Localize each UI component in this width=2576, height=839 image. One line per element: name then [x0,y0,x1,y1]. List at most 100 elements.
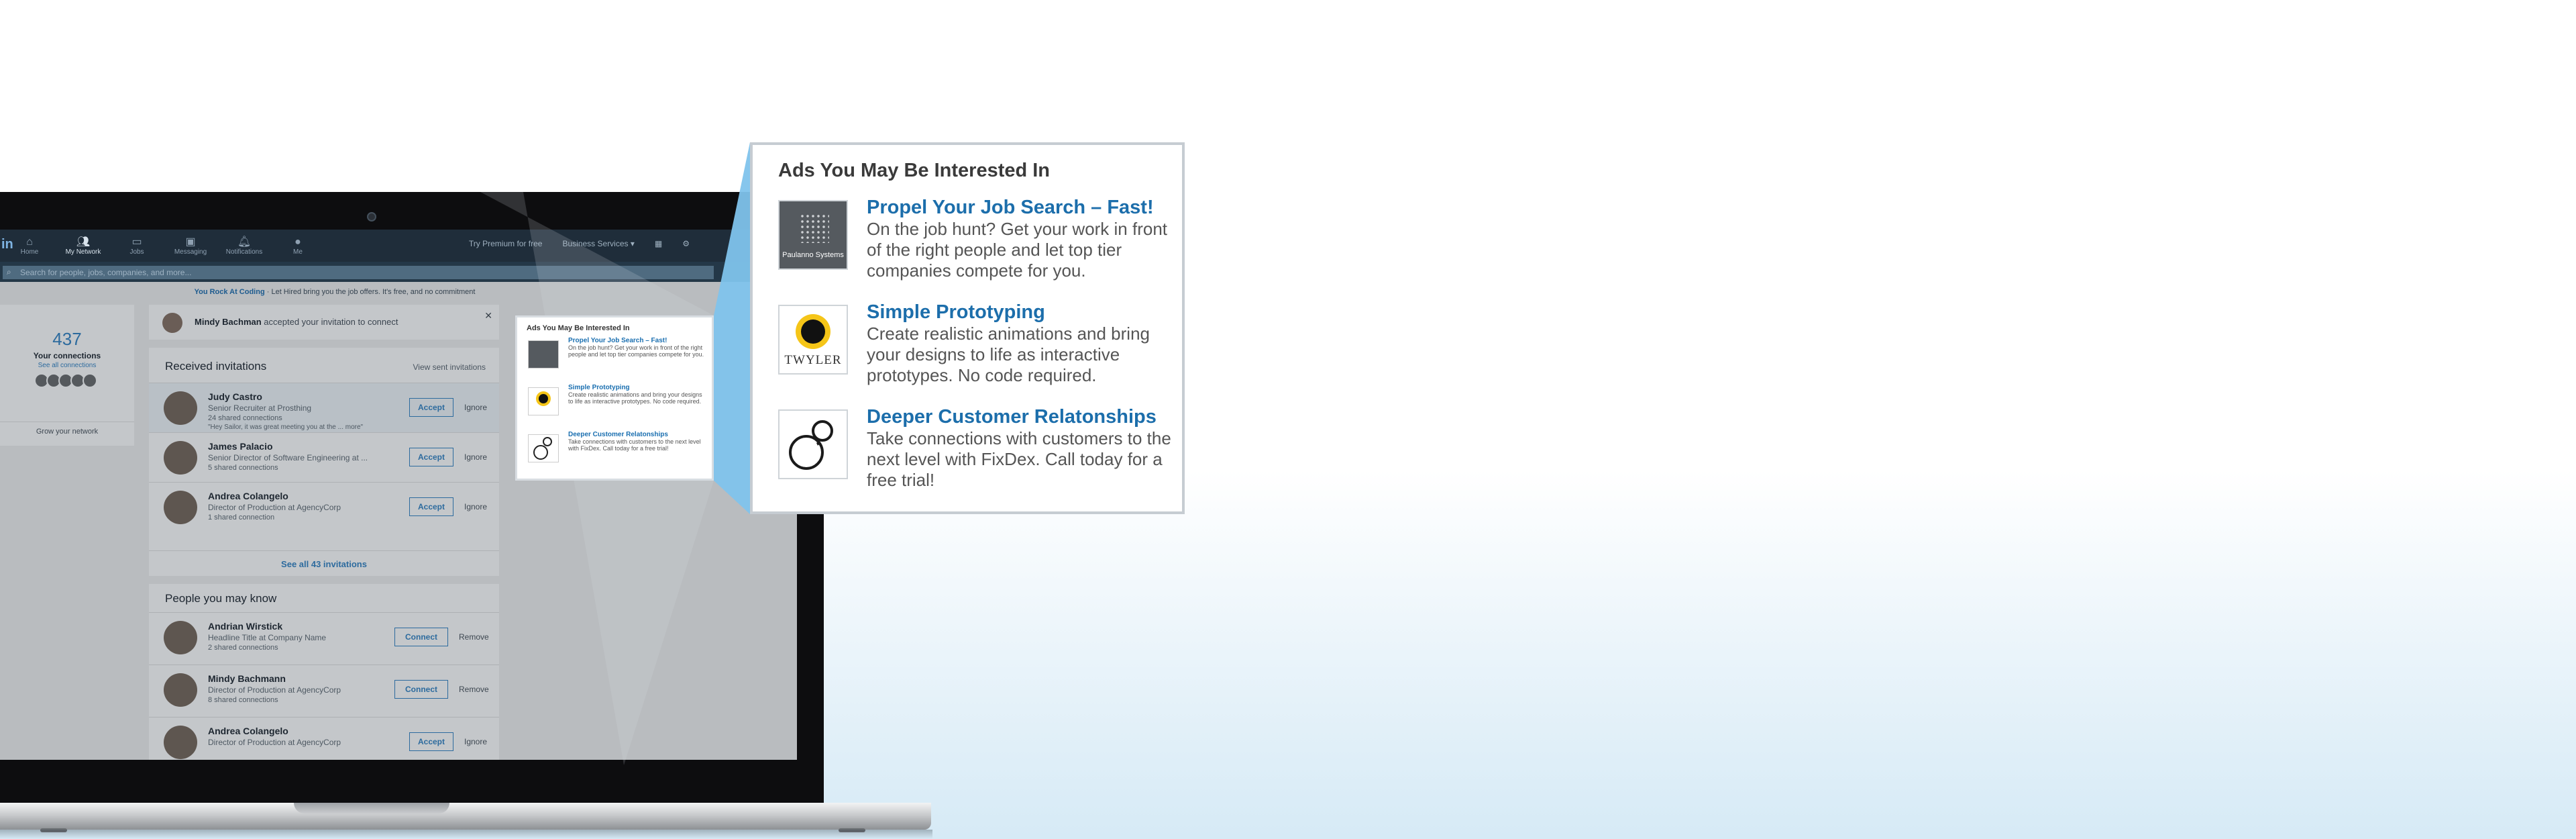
mini-ad-item[interactable]: Simple Prototyping Create realistic anima… [527,385,702,432]
invitations-title: Received invitations [165,360,267,373]
connections-count[interactable]: 437 [0,329,134,350]
top-nav-bar: in ⌂ Home 👥︎ My Network ▭ Jobs ▣ Messagi… [0,230,797,262]
suggestion-role: Director of Production at AgencyCorp [208,685,341,695]
mini-ads-panel: Ads You May Be Interested In Propel Your… [515,315,714,481]
chat-icon: ▣ [185,236,196,248]
nav-me[interactable]: ● Me [271,236,325,256]
ignore-button[interactable]: Ignore [464,737,487,746]
gear-icon[interactable]: ⚙ [682,239,690,248]
search-bar: ⌕ Search for people, jobs, companies, an… [0,262,797,282]
ad-title[interactable]: Simple Prototyping [867,301,1175,324]
accept-button[interactable]: Accept [409,497,453,516]
ad-item-fixdex[interactable]: Deeper Customer Relatonships Take connec… [778,406,1181,510]
connect-button[interactable]: Connect [394,628,448,646]
connect-button[interactable]: Connect [394,680,448,699]
suggestion-name[interactable]: Andrian Wirstick [208,621,282,632]
mini-ad-thumb [528,434,559,462]
suggestion-row: Mindy Bachmann Director of Production at… [149,664,499,714]
nav-notifications[interactable]: 🔔︎ Notifications [217,236,271,256]
ad-body: Create realistic animations and bring yo… [867,324,1150,385]
avatar [164,621,197,654]
nav-jobs[interactable]: ▭ Jobs [110,236,164,256]
invitation-shared[interactable]: 1 shared connection [208,513,274,522]
laptop-lid: in ⌂ Home 👥︎ My Network ▭ Jobs ▣ Messagi… [0,192,824,803]
connection-avatars [0,373,134,388]
suggestion-role: Director of Production at AgencyCorp [208,738,341,747]
invitation-shared[interactable]: 24 shared connections [208,414,282,422]
ignore-button[interactable]: Ignore [464,502,487,511]
invitation-message[interactable]: "Hey Sailor, it was great meeting you at… [208,424,363,431]
avatar [164,491,197,524]
nav-right: Try Premium for free Business Services ▾… [469,239,690,248]
avatar [164,726,197,759]
people-icon: 👥︎ [76,236,91,248]
notice-text: Mindy Bachman accepted your invitation t… [195,317,398,327]
suggestion-row: Andrea Colangelo Director of Production … [149,717,499,760]
people-you-may-know-card: People you may know Andrian Wirstick Hea… [149,584,499,760]
ad-item-prototyping[interactable]: TWYLER Simple Prototyping Create realist… [778,301,1181,405]
view-sent-invitations-link[interactable]: View sent invitations [413,362,486,372]
pymk-title: People you may know [165,592,277,605]
dot-grid-icon [800,213,829,243]
suggestion-name[interactable]: Mindy Bachmann [208,673,286,684]
grid-icon[interactable]: ▦ [655,239,662,248]
try-premium-link[interactable]: Try Premium for free [469,239,543,248]
avatar [83,373,97,388]
suggestion-row: Andrian Wirstick Headline Title at Compa… [149,612,499,662]
laptop-shadow [0,830,932,839]
mini-ad-thumb [528,387,559,415]
close-icon[interactable]: ✕ [484,310,492,322]
twyler-logo: TWYLER [778,305,848,375]
invitation-name[interactable]: James Palacio [208,441,273,452]
ad-title[interactable]: Propel Your Job Search – Fast! [867,196,1175,219]
ad-item-propel[interactable]: Paulanno Systems Propel Your Job Search … [778,197,1181,301]
avatar [164,673,197,707]
suggestion-shared[interactable]: 8 shared connections [208,696,278,704]
ignore-button[interactable]: Ignore [464,452,487,462]
ad-title[interactable]: Deeper Customer Relatonships [867,405,1175,428]
suggestion-role: Headline Title at Company Name [208,633,327,642]
nav-home[interactable]: ⌂ Home [3,236,56,256]
mini-ad-item[interactable]: Deeper Customer Relatonships Take connect… [527,432,702,479]
promo-line[interactable]: You Rock At Coding · Let Hired bring you… [0,283,797,301]
camera-icon [367,212,376,221]
see-all-connections-link[interactable]: See all connections [0,362,134,369]
eclipse-icon [796,314,830,349]
accept-button[interactable]: Accept [409,398,453,417]
accept-button[interactable]: Accept [409,732,453,751]
remove-button[interactable]: Remove [459,685,489,694]
ignore-button[interactable]: Ignore [464,403,487,412]
ad-body: On the job hunt? Get your work in front … [867,219,1168,281]
accepted-notice: Mindy Bachman accepted your invitation t… [149,305,499,340]
nav-messaging[interactable]: ▣ Messaging [164,236,217,256]
invitation-row: James Palacio Senior Director of Softwar… [149,432,499,482]
invitation-role: Director of Production at AgencyCorp [208,503,341,512]
connections-card: 437 Your connections See all connections… [0,305,134,446]
invitation-role: Senior Recruiter at Prosthing [208,403,312,413]
invitation-name[interactable]: Judy Castro [208,391,262,402]
paulanno-logo: Paulanno Systems [778,200,848,270]
remove-button[interactable]: Remove [459,632,489,642]
mini-ad-thumb [528,340,559,368]
nav-my-network[interactable]: 👥︎ My Network [56,236,110,256]
bell-icon: 🔔︎ [237,236,252,248]
laptop-base [0,803,931,830]
accept-button[interactable]: Accept [409,448,453,466]
suggestion-shared[interactable]: 2 shared connections [208,644,278,652]
see-all-invitations-link[interactable]: See all 43 invitations [149,550,499,576]
search-input[interactable]: ⌕ Search for people, jobs, companies, an… [3,266,714,279]
business-services-menu[interactable]: Business Services ▾ [562,239,634,248]
suggestion-name[interactable]: Andrea Colangelo [208,726,288,736]
grow-network-link[interactable]: Grow your network [0,422,134,436]
fixdex-logo [778,409,848,479]
ads-heading: Ads You May Be Interested In [778,160,1051,181]
avatar [162,313,182,333]
avatar [164,441,197,475]
invitation-row: Judy Castro Senior Recruiter at Prosthin… [149,383,499,432]
invitation-shared[interactable]: 5 shared connections [208,464,278,472]
invitation-row: Andrea Colangelo Director of Production … [149,482,499,532]
mini-ad-item[interactable]: Propel Your Job Search – Fast! On the job… [527,338,704,385]
laptop-notch [294,803,449,813]
invitation-name[interactable]: Andrea Colangelo [208,491,288,501]
brand-label: TWYLER [784,353,842,367]
